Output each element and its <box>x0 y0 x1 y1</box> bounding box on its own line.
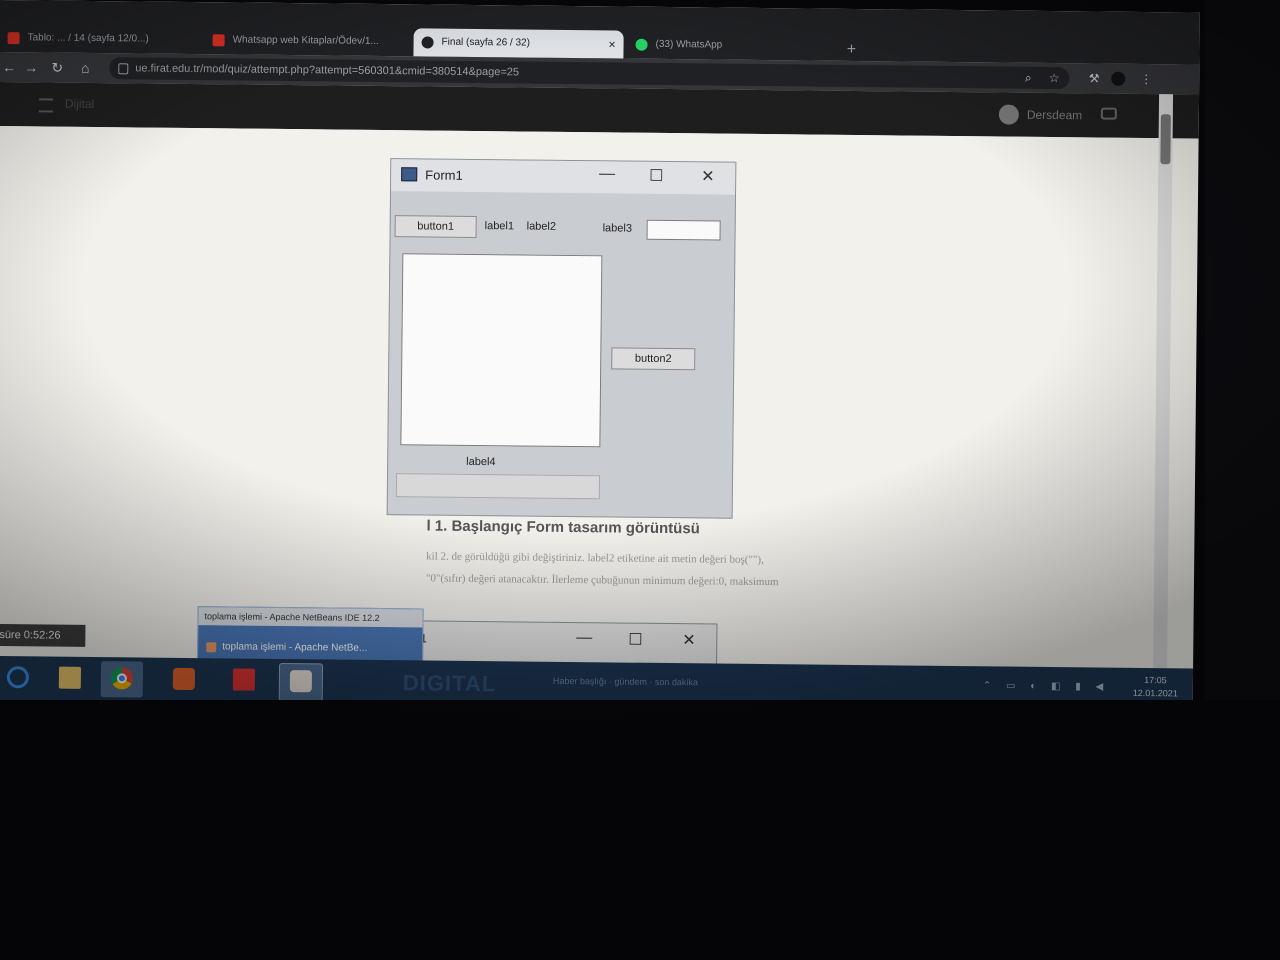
taskbar-explorer-button[interactable] <box>49 661 91 697</box>
taskbar-app-button[interactable] <box>223 662 265 698</box>
question-text-line-2: "0"(sıfır) değeri atanacaktır. İlerleme … <box>425 572 779 589</box>
textbox1 <box>646 219 721 241</box>
taskbar-news-ticker: Haber başlığı · gündem · son dakika <box>552 675 699 688</box>
tab-2[interactable]: Whatsapp web Kitaplar/Ödev/1... <box>204 26 409 56</box>
chat-icon[interactable] <box>1100 107 1117 120</box>
progressbar1 <box>395 473 601 500</box>
profile-icon[interactable] <box>1111 71 1126 86</box>
scrollbar-thumb[interactable] <box>1160 114 1171 165</box>
folder-icon <box>58 666 82 689</box>
label3: label3 <box>602 222 633 235</box>
url-text: ue.firat.edu.tr/mod/quiz/attempt.php?att… <box>135 62 520 79</box>
search-icon[interactable]: ⌕ <box>1021 71 1035 85</box>
quiz-timer: süre 0:52:26 <box>0 623 86 647</box>
question-text-line-1: kil 2. de görüldüğü gibi değiştiriniz. l… <box>426 550 764 567</box>
form1-design-image: Form1 — ☐ ✕ button1 label1 label2 label3… <box>386 158 737 519</box>
label4: label4 <box>466 455 496 469</box>
tab-favicon-icon <box>7 32 20 45</box>
taskbar-clock[interactable]: 17:05 12.01.2021 <box>1133 674 1178 700</box>
netbeans-popup-title: toplama işlemi - Apache NetBeans IDE 12.… <box>198 607 423 628</box>
maximize-icon: ☐ <box>628 631 643 649</box>
reload-icon[interactable]: ↻ <box>47 57 67 77</box>
button1: button1 <box>394 215 477 239</box>
label1: label1 <box>484 220 515 233</box>
new-tab-button[interactable]: + <box>841 41 861 61</box>
app-icon <box>232 668 256 691</box>
user-name[interactable]: Dersdeam <box>1027 108 1083 123</box>
forward-icon[interactable]: → <box>21 57 41 77</box>
clock-date: 12.01.2021 <box>1132 687 1178 699</box>
form1-titlebar: Form1 — ☐ ✕ <box>391 159 736 195</box>
lock-icon <box>118 63 129 75</box>
minimize-icon: — <box>599 165 616 183</box>
tab-label: Whatsapp web Kitaplar/Ödev/1... <box>232 34 379 47</box>
monitor-bezel-bottom <box>0 700 1280 960</box>
netbeans-icon <box>206 642 217 653</box>
close-icon: ✕ <box>682 632 696 650</box>
quiz-content: Form1 — ☐ ✕ button1 label1 label2 label3… <box>0 125 1159 713</box>
netbeans-icon <box>289 670 312 693</box>
hamburger-menu-icon[interactable] <box>38 98 53 113</box>
label2: label2 <box>526 220 557 233</box>
extensions-icon[interactable]: ⚒ <box>1087 71 1101 85</box>
tab-favicon-icon <box>635 38 648 51</box>
form1-title: Form1 <box>425 167 463 183</box>
tab-1[interactable]: Tablo: ... / 14 (sayfa 12/0...) <box>0 24 205 54</box>
menu-dots-icon[interactable]: ⋮ <box>1139 72 1153 86</box>
taskbar-ie-button[interactable] <box>0 660 39 696</box>
netbeans-window-label: toplama işlemi - Apache NetBe... <box>222 641 368 654</box>
form-app-icon <box>401 167 418 182</box>
figure-caption: l 1. Başlangıç Form tasarım görüntüsü <box>426 517 700 538</box>
home-icon[interactable]: ⌂ <box>75 58 95 78</box>
tab-close-icon[interactable]: × <box>608 30 615 58</box>
clock-time: 17:05 <box>1144 675 1167 686</box>
tab-label: (33) WhatsApp <box>655 38 723 51</box>
maximize-icon: ☐ <box>649 167 664 185</box>
tab-favicon-icon <box>421 36 434 49</box>
close-icon: ✕ <box>701 168 715 186</box>
tab-whatsapp[interactable]: (33) WhatsApp <box>627 31 832 61</box>
site-title[interactable]: Dijital <box>65 97 94 111</box>
media-player-icon <box>172 667 196 691</box>
back-icon[interactable]: ← <box>0 57 19 77</box>
system-tray-icons[interactable]: ⌃ ▭ ◐ ◧ ▮ ◀ <box>983 680 1110 692</box>
taskbar-chrome-button[interactable] <box>100 661 144 698</box>
minimize-icon: — <box>576 629 593 647</box>
avatar[interactable] <box>998 104 1019 125</box>
listbox1 <box>400 253 603 448</box>
screen: Tablo: ... / 14 (sayfa 12/0...) Whatsapp… <box>0 0 1200 713</box>
tab-label: Final (sayfa 26 / 32) <box>441 36 531 49</box>
tab-final-active[interactable]: Final (sayfa 26 / 32) × <box>413 28 624 59</box>
star-icon[interactable]: ☆ <box>1047 71 1061 85</box>
taskbar-media-button[interactable] <box>163 662 205 698</box>
button2: button2 <box>611 347 696 371</box>
tab-favicon-icon <box>212 34 225 47</box>
chrome-icon <box>110 667 134 690</box>
taskbar-netbeans-button[interactable] <box>278 662 324 702</box>
internet-explorer-icon <box>6 666 30 689</box>
tab-label: Tablo: ... / 14 (sayfa 12/0...) <box>27 32 149 45</box>
taskbar-digital-text: DIGITAL <box>402 670 497 697</box>
